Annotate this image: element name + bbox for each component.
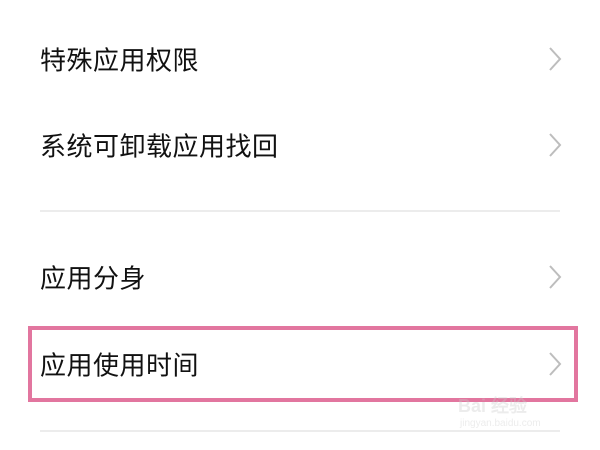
chevron-right-icon bbox=[549, 47, 562, 71]
settings-item-label: 系统可卸载应用找回 bbox=[40, 132, 279, 163]
settings-item-app-clone[interactable]: 应用分身 bbox=[0, 234, 600, 320]
settings-item-label: 应用使用时间 bbox=[40, 351, 200, 382]
chevron-right-icon bbox=[549, 265, 562, 289]
chevron-right-icon bbox=[549, 133, 562, 157]
section-divider bbox=[40, 210, 560, 212]
settings-item-special-app-permissions[interactable]: 特殊应用权限 bbox=[0, 16, 600, 102]
watermark-url: jingyan.baidu.com bbox=[460, 418, 541, 429]
settings-item-label: 特殊应用权限 bbox=[40, 46, 200, 77]
chevron-right-icon bbox=[549, 352, 562, 376]
watermark-brand: Bai 经验 bbox=[458, 396, 528, 416]
settings-item-label: 应用分身 bbox=[40, 264, 147, 295]
baidu-jingyan-watermark: Bai 经验 jingyan.baidu.com bbox=[458, 392, 586, 436]
settings-item-recover-system-apps[interactable]: 系统可卸载应用找回 bbox=[0, 102, 600, 188]
